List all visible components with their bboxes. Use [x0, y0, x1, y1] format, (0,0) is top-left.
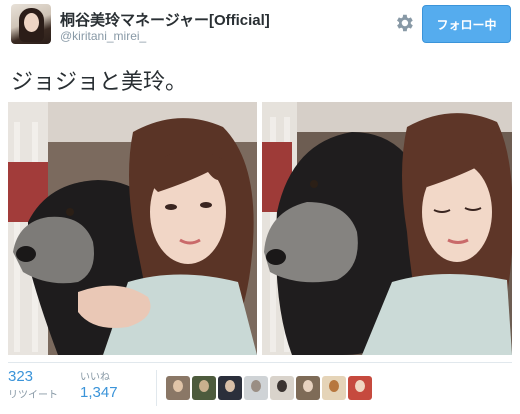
liker-avatar[interactable] — [270, 376, 294, 400]
liker-avatar[interactable] — [166, 376, 190, 400]
tweet-photo-1[interactable] — [8, 102, 257, 355]
liker-avatar[interactable] — [322, 376, 346, 400]
like-stat[interactable]: いいね 1,347 — [80, 368, 118, 401]
liker-avatar-face — [355, 380, 365, 392]
liker-avatar-face — [251, 380, 261, 392]
profile-avatar[interactable] — [11, 4, 51, 44]
stats-separator — [156, 370, 157, 406]
liker-avatar-face — [225, 380, 235, 392]
photo-2-image — [262, 102, 512, 355]
tweet-photo-2[interactable] — [262, 102, 512, 355]
retweet-stat[interactable]: 323 リツイート — [8, 368, 58, 401]
photo-1-image — [8, 102, 257, 355]
user-handle[interactable]: @kiritani_mirei_ — [60, 29, 146, 43]
liker-avatar-face — [329, 380, 339, 392]
following-button[interactable]: フォロー中 — [422, 5, 511, 43]
like-count[interactable]: 1,347 — [80, 384, 118, 401]
avatar-face — [24, 13, 39, 32]
liker-avatar[interactable] — [348, 376, 372, 400]
liker-avatar-face — [199, 380, 209, 392]
display-name[interactable]: 桐谷美玲マネージャー[Official] — [60, 9, 270, 30]
liker-avatar-face — [277, 380, 287, 392]
retweet-count[interactable]: 323 — [8, 368, 58, 385]
liker-avatar-face — [303, 380, 313, 392]
liker-avatar[interactable] — [296, 376, 320, 400]
liker-avatars — [166, 376, 372, 400]
tweet-header: 桐谷美玲マネージャー[Official] @kiritani_mirei_ フォ… — [0, 0, 520, 62]
liker-avatar[interactable] — [244, 376, 268, 400]
liker-avatar-face — [173, 380, 183, 392]
tweet-text: ジョジョと美玲。 — [11, 69, 188, 94]
gear-icon[interactable] — [393, 12, 415, 34]
liker-avatar[interactable] — [192, 376, 216, 400]
stats-divider — [8, 362, 512, 363]
liker-avatar[interactable] — [218, 376, 242, 400]
like-label: いいね — [80, 372, 110, 383]
retweet-label: リツイート — [8, 390, 58, 401]
